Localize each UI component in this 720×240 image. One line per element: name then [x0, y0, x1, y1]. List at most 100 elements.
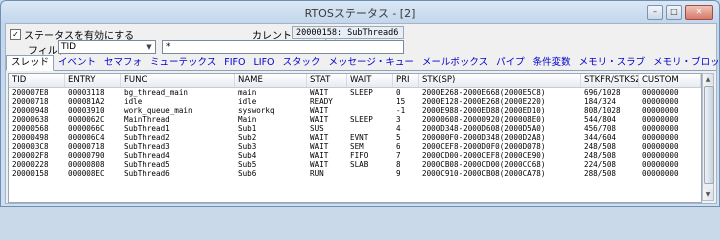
table-cell: SubThread1	[124, 124, 170, 133]
table-cell: 000081A2	[68, 97, 105, 106]
table-cell: 00000000	[642, 160, 679, 169]
table-row[interactable]: 20000568 0000066C SubThread1 Sub1 SUS 4 2000D3…	[9, 124, 701, 133]
tab-1[interactable]: イベント	[54, 56, 100, 69]
tab-9[interactable]: パイプ	[492, 56, 529, 69]
table-cell: SubThread3	[124, 142, 170, 151]
table-cell: sysworkq	[238, 106, 275, 115]
table-cell: Sub4	[238, 151, 257, 160]
scroll-up-icon[interactable]: ▲	[703, 74, 713, 85]
column-header[interactable]: NAME	[235, 74, 307, 87]
table-cell: SLEEP	[350, 88, 373, 97]
tab-11[interactable]: メモリ・スラブ	[575, 56, 650, 69]
enable-status-row[interactable]: ✓ ステータスを有効にする	[10, 27, 134, 42]
tab-7[interactable]: メッセージ・キュー	[325, 56, 418, 69]
table-cell: 200003C8	[12, 142, 49, 151]
table-row[interactable]: 20000498 000006C4 SubThread2 Sub2 WAIT EVNT 5 2…	[9, 133, 701, 142]
table-cell: WAIT	[310, 115, 329, 124]
title-bar[interactable]: RTOSステータス - [2] – □ ✕	[1, 1, 719, 23]
table-cell: WAIT	[310, 160, 329, 169]
table-cell: SLEEP	[350, 115, 373, 124]
tab-6[interactable]: スタック	[279, 56, 325, 69]
table-row[interactable]: 20000638 0000062C MainThread Main WAIT SLEEP 3…	[9, 115, 701, 124]
table-header: TID ENTRY FUNC NAME STAT WAIT PRI STK(SP) STKFR/…	[9, 74, 701, 88]
table-row[interactable]: 20000948 00003910 work_queue_main sysworkq W…	[9, 106, 701, 115]
column-header[interactable]: STAT	[307, 74, 347, 87]
minimize-button[interactable]: –	[647, 5, 663, 20]
table-cell: SLAB	[350, 160, 369, 169]
table-cell: 224/508	[584, 160, 617, 169]
column-header[interactable]: ENTRY	[65, 74, 121, 87]
tab-5[interactable]: LIFO	[249, 56, 278, 69]
table-row[interactable]: 20000158 000008EC SubThread6 Sub6 RUN 9 2000C9…	[9, 169, 701, 178]
table-cell: SEM	[350, 142, 364, 151]
table-cell: Main	[238, 115, 257, 124]
table-cell: 15	[396, 97, 406, 106]
table-cell: -1	[396, 106, 406, 115]
table-cell: 20000228	[12, 160, 49, 169]
table-cell: 8	[396, 160, 401, 169]
table-row[interactable]: 200007E8 00003118 bg_thread_main main WAIT SL…	[9, 88, 701, 97]
table-cell: 2000CD00-2000CEF8(2000CE90)	[422, 151, 546, 160]
tab-10[interactable]: 条件変数	[529, 56, 575, 69]
table-cell: SubThread4	[124, 151, 170, 160]
column-header[interactable]: FUNC	[121, 74, 235, 87]
tab-12[interactable]: メモリ・ブロック	[649, 56, 719, 69]
table-row[interactable]: 200002F8 00000790 SubThread4 Sub4 WAIT FIFO 7 2…	[9, 151, 701, 160]
table-cell: 20000948	[12, 106, 49, 115]
vertical-scrollbar[interactable]: ▲ ▼	[702, 73, 714, 201]
table-cell: SubThread2	[124, 133, 170, 142]
table-cell: 6	[396, 142, 401, 151]
table-cell: 200002F8	[12, 151, 49, 160]
table-cell: 00000000	[642, 142, 679, 151]
table-cell: 184/324	[584, 97, 617, 106]
filter-input[interactable]: *	[162, 40, 404, 54]
scroll-down-icon[interactable]: ▼	[703, 189, 713, 200]
rtos-status-window: RTOSステータス - [2] – □ ✕ ✓ ステータスを有効にする カレント…	[0, 0, 720, 207]
table-cell: 2000CB08-2000CD00(2000CC68)	[422, 160, 546, 169]
status-panel: ✓ ステータスを有効にする カレント・スレッド 20000158: SubThr…	[5, 23, 719, 204]
column-header[interactable]: STKFR/STKSZ	[581, 74, 639, 87]
table-row[interactable]: 20000228 00000808 SubThread5 Sub5 WAIT SLAB 8 2…	[9, 160, 701, 169]
table-cell: RUN	[310, 169, 324, 178]
table-cell: 00000000	[642, 169, 679, 178]
scroll-thumb[interactable]	[704, 86, 714, 184]
tab-0[interactable]: スレッド	[6, 55, 55, 71]
table-cell: 2000E988-2000ED88(2000ED10)	[422, 106, 546, 115]
tab-8[interactable]: メールボックス	[418, 56, 492, 69]
tab-3[interactable]: ミューテックス	[146, 56, 220, 69]
table-cell: READY	[310, 97, 333, 106]
window-title: RTOSステータス - [2]	[304, 7, 416, 20]
table-cell: 000008EC	[68, 169, 105, 178]
tab-2[interactable]: セマフォ	[100, 56, 146, 69]
column-header[interactable]: STK(SP)	[419, 74, 581, 87]
column-header[interactable]: TID	[9, 74, 65, 87]
table-cell: 2000CEF8-2000D0F0(2000D078)	[422, 142, 546, 151]
column-header[interactable]: CUSTOM	[639, 74, 701, 87]
table-cell	[347, 124, 393, 133]
table-cell: 2000C910-2000CB08(2000CA78)	[422, 169, 546, 178]
table-cell: 2000D348-2000D608(2000D5A0)	[422, 124, 546, 133]
table-cell	[347, 97, 393, 106]
table-row[interactable]: 20000718 000081A2 idle idle READY 15 2000E128-…	[9, 97, 701, 106]
column-header[interactable]: PRI	[393, 74, 419, 87]
close-button[interactable]: ✕	[685, 5, 713, 20]
table-cell: FIFO	[350, 151, 369, 160]
table-cell: 808/1028	[584, 106, 621, 115]
table-cell: 9	[396, 169, 401, 178]
table-cell: 00000000	[642, 88, 679, 97]
table-cell: 696/1028	[584, 88, 621, 97]
column-header[interactable]: WAIT	[347, 74, 393, 87]
table-cell: 3	[396, 115, 401, 124]
table-cell: WAIT	[310, 133, 329, 142]
tab-4[interactable]: FIFO	[220, 56, 249, 69]
table-cell: EVNT	[350, 133, 369, 142]
filter-field-select[interactable]: TID ▼	[58, 40, 156, 54]
table-cell: 00003118	[68, 88, 105, 97]
table-cell: 00000000	[642, 97, 679, 106]
enable-status-checkbox[interactable]: ✓	[10, 28, 21, 40]
table-cell: 456/708	[584, 124, 617, 133]
table-cell: 544/804	[584, 115, 617, 124]
maximize-button[interactable]: □	[666, 5, 682, 20]
table-row[interactable]: 200003C8 00000718 SubThread3 Sub3 WAIT SEM 6 20…	[9, 142, 701, 151]
chevron-down-icon[interactable]: ▼	[143, 41, 155, 53]
